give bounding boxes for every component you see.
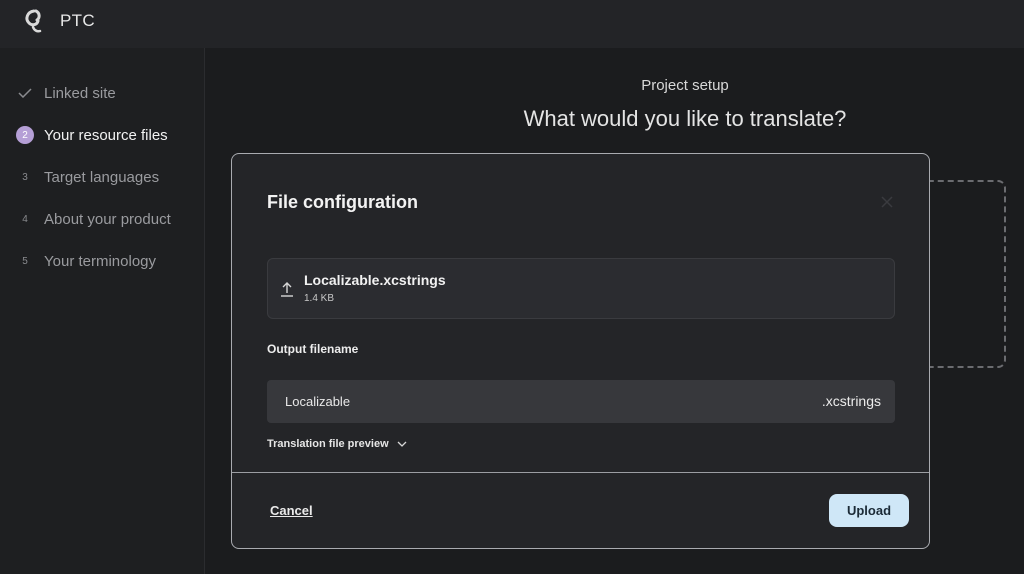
step-number: 3 [22,171,28,183]
upload-button[interactable]: Upload [829,494,909,527]
output-filename-label: Output filename [267,342,359,356]
output-filename-field: .xcstrings [267,380,895,423]
top-bar: PTC [0,0,1024,48]
upload-icon [281,282,293,297]
cancel-button[interactable]: Cancel [270,503,313,518]
sidebar-step-target-languages[interactable]: 3 Target languages [16,165,159,189]
uploaded-file-card: Localizable.xcstrings 1.4 KB [267,258,895,319]
sidebar-step-resource-files[interactable]: 2 Your resource files [16,123,168,147]
file-size: 1.4 KB [304,293,335,304]
chevron-down-icon [397,441,407,447]
sidebar: Linked site 2 Your resource files 3 Targ… [0,48,205,574]
page-title: What would you like to translate? [523,106,847,131]
ptc-logo-icon[interactable] [20,7,50,37]
app-title: PTC [60,11,95,30]
filename-extension: .xcstrings [821,393,881,409]
sidebar-step-label: Your resource files [44,126,168,144]
sidebar-step-about-product[interactable]: 4 About your product [16,207,171,231]
step-number: 2 [16,126,34,144]
sidebar-step-label: Your terminology [44,252,157,270]
sidebar-step-label: About your product [44,210,171,228]
file-name: Localizable.xcstrings [304,272,446,288]
translation-preview-label: Translation file preview [267,438,389,450]
sidebar-step-label: Linked site [44,84,116,102]
check-icon [16,84,34,102]
file-configuration-modal: File configuration Localizable.xcstrings… [231,153,930,549]
footer-divider [232,472,929,473]
translation-preview-toggle[interactable]: Translation file preview [267,438,407,450]
sidebar-step-linked-site[interactable]: Linked site [16,81,116,105]
close-icon[interactable] [879,194,895,210]
page-subtitle: Project setup [641,77,729,94]
step-number: 5 [22,255,28,267]
sidebar-step-label: Target languages [44,168,160,186]
step-number: 4 [22,213,28,225]
sidebar-step-terminology[interactable]: 5 Your terminology [16,249,156,273]
modal-title: File configuration [267,192,418,212]
output-filename-input[interactable] [267,380,787,423]
